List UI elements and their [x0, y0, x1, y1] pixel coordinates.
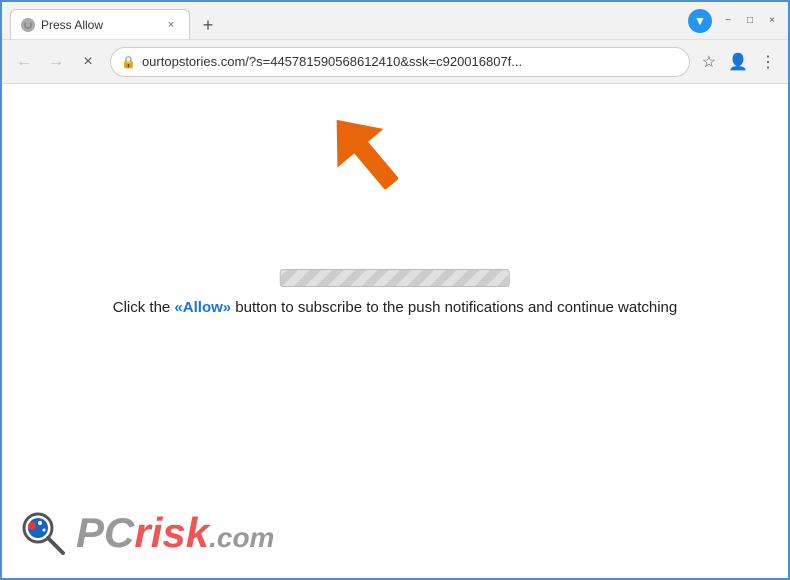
browser-window: Press Allow × + ▼ − □ × ← → × 🔒 ourtopst… [0, 0, 790, 580]
favicon-spinner [24, 21, 32, 29]
logo-area: PCrisk.com [18, 508, 274, 558]
stop-button[interactable]: × [74, 48, 102, 76]
maximize-button[interactable]: □ [742, 13, 758, 29]
arrow-container [322, 102, 422, 227]
tab-area: Press Allow × + [10, 2, 688, 39]
logo-pc: PC [76, 509, 134, 556]
message-suffix: button to subscribe to the push notifica… [231, 299, 677, 316]
logo-com: .com [209, 522, 274, 553]
new-tab-button[interactable]: + [194, 11, 222, 39]
logo-text: PCrisk.com [76, 509, 274, 557]
url-text: ourtopstories.com/?s=445781590568612410&… [142, 54, 679, 69]
minimize-button[interactable]: − [720, 13, 736, 29]
profile-icon[interactable]: 👤 [724, 48, 752, 76]
allow-label: «Allow» [174, 299, 231, 316]
page-message: Click the «Allow» button to subscribe to… [113, 299, 678, 316]
back-button[interactable]: ← [10, 48, 38, 76]
forward-button[interactable]: → [42, 48, 70, 76]
address-bar[interactable]: 🔒 ourtopstories.com/?s=44578159056861241… [110, 47, 690, 77]
logo-risk: risk [134, 509, 209, 556]
browser-toolbar: ← → × 🔒 ourtopstories.com/?s=44578159056… [2, 40, 788, 84]
lock-icon: 🔒 [121, 55, 136, 69]
orange-arrow-svg [322, 102, 422, 222]
progress-area: Click the «Allow» button to subscribe to… [113, 269, 678, 316]
tab-title: Press Allow [41, 18, 157, 32]
tab-favicon [21, 18, 35, 32]
page-content: Click the «Allow» button to subscribe to… [2, 84, 788, 578]
message-prefix: Click the [113, 299, 175, 316]
active-tab[interactable]: Press Allow × [10, 9, 190, 39]
progress-bar [280, 269, 510, 287]
window-controls: − □ × [720, 13, 780, 29]
bookmark-icon[interactable]: ☆ [698, 48, 720, 76]
menu-button[interactable]: ⋮ [756, 48, 780, 76]
tab-close-button[interactable]: × [163, 17, 179, 33]
download-button[interactable]: ▼ [688, 9, 712, 33]
pcrisk-logo-icon [18, 508, 68, 558]
download-icon: ▼ [694, 14, 706, 28]
title-bar: Press Allow × + ▼ − □ × [2, 2, 788, 40]
close-window-button[interactable]: × [764, 13, 780, 29]
